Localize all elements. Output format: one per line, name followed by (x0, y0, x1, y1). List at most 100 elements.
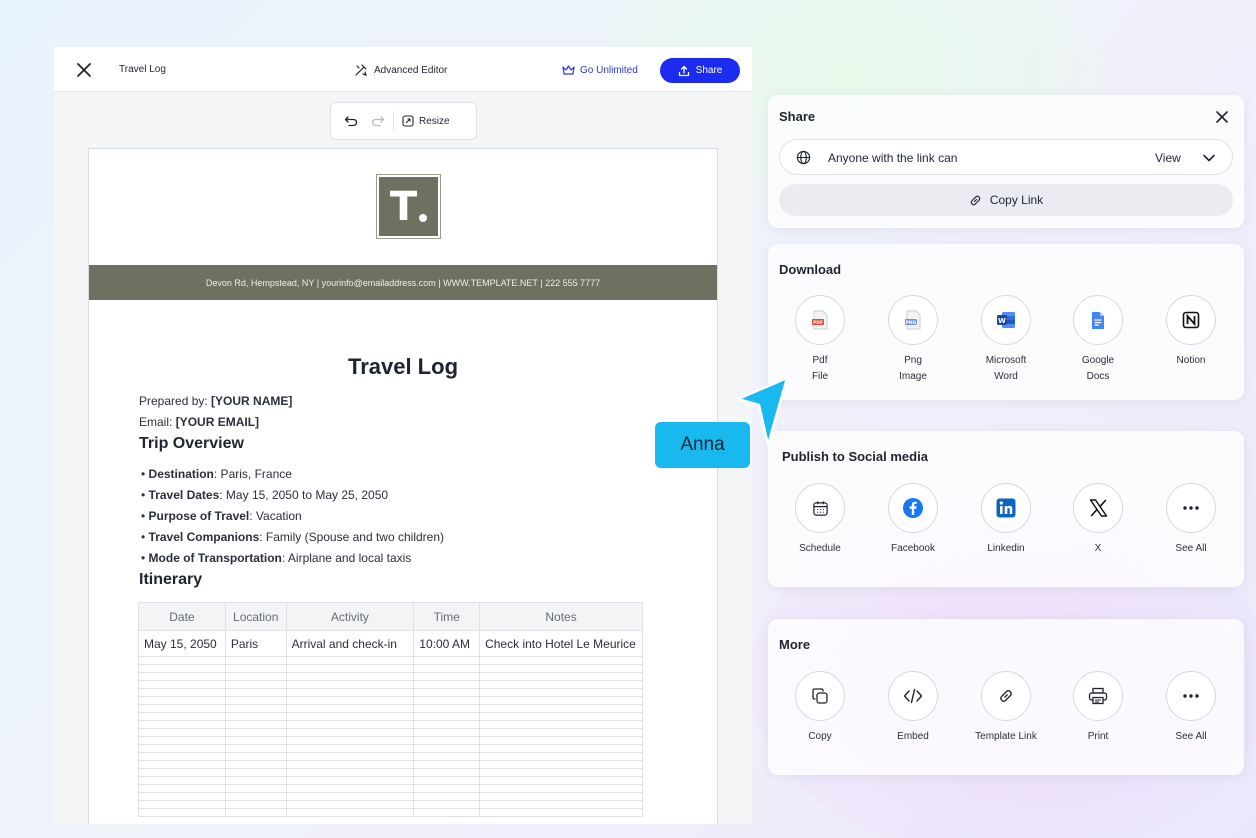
advanced-editor-button[interactable]: Advanced Editor (354, 61, 447, 79)
table-cell: Arrival and check-in (285, 630, 415, 657)
share-label: Share (695, 65, 723, 76)
see-all-social-option[interactable]: See All (1145, 483, 1237, 557)
download-notion-option[interactable]: Notion (1145, 295, 1237, 369)
table-row (138, 760, 643, 769)
table-row (138, 792, 643, 801)
table-cell (285, 768, 415, 777)
document-title: Travel Log (119, 64, 166, 75)
table-cell (479, 656, 643, 665)
table-cell (479, 720, 643, 729)
table-cell (479, 768, 643, 777)
resize-icon (402, 115, 414, 127)
table-cell (224, 768, 287, 777)
table-cell (138, 736, 226, 745)
close-icon[interactable] (1214, 109, 1230, 125)
redo-icon[interactable] (371, 115, 385, 127)
access-level: View (1155, 151, 1181, 165)
option-label: Schedule (799, 543, 841, 554)
more-icon (1166, 671, 1216, 721)
table-cell (285, 744, 415, 753)
link-icon (981, 671, 1031, 721)
table-cell (224, 696, 287, 705)
copy-link-button[interactable]: Copy Link (779, 184, 1233, 216)
download-panel: Download PDF Pdf File PNG Png Image W Micr… (768, 244, 1244, 400)
download-word-option[interactable]: W Microsoft Word (960, 295, 1052, 385)
table-cell (285, 752, 415, 761)
undo-icon[interactable] (344, 115, 358, 127)
linkedin-option[interactable]: Linkedin (960, 483, 1052, 557)
table-cell (285, 760, 415, 769)
option-label: Microsoft Word (985, 355, 1027, 382)
facebook-option[interactable]: Facebook (867, 483, 959, 557)
list-item: • Destination: Paris, France (141, 467, 292, 481)
close-icon[interactable] (74, 60, 94, 80)
table-cell (138, 768, 226, 777)
option-label: Google Docs (1081, 355, 1115, 382)
toolbar-divider (393, 111, 394, 131)
magic-edit-icon (355, 64, 367, 76)
table-cell (413, 656, 481, 665)
email-value: [YOUR EMAIL] (175, 415, 260, 429)
list-item: • Mode of Transportation: Airplane and l… (141, 551, 412, 565)
table-cell (138, 688, 226, 697)
table-cell (413, 792, 481, 801)
table-cell (413, 800, 481, 809)
table-cell (224, 672, 287, 681)
table-cell (224, 784, 287, 793)
table-row (138, 784, 643, 793)
table-cell (138, 776, 226, 785)
table-cell (224, 720, 287, 729)
print-option[interactable]: Print (1052, 671, 1144, 745)
table-cell: May 15, 2050 (138, 630, 226, 657)
table-cell (479, 792, 643, 801)
table-row (138, 656, 643, 665)
table-cell (479, 688, 643, 697)
x-icon (1073, 483, 1123, 533)
table-cell (285, 664, 415, 673)
table-cell (224, 808, 287, 817)
column-header: Activity (285, 602, 415, 631)
edit-toolbar: Resize (330, 102, 477, 140)
schedule-option[interactable]: Schedule (774, 483, 866, 557)
download-png-option[interactable]: PNG Png Image (867, 295, 959, 385)
list-item: • Travel Companions: Family (Spouse and … (141, 530, 444, 544)
option-label: Linkedin (987, 543, 1025, 554)
svg-text:PDF: PDF (813, 320, 823, 326)
table-row (138, 672, 643, 681)
resize-button[interactable]: Resize (402, 115, 450, 127)
download-google-docs-option[interactable]: Google Docs (1052, 295, 1144, 385)
go-unlimited-button[interactable]: Go Unlimited (562, 61, 638, 79)
download-pdf-option[interactable]: PDF Pdf File (774, 295, 866, 385)
table-cell (285, 736, 415, 745)
trip-overview-heading: Trip Overview (139, 435, 244, 452)
table-cell (413, 784, 481, 793)
option-label: See All (1175, 731, 1207, 742)
table-cell (479, 712, 643, 721)
template-link-option[interactable]: Template Link (960, 671, 1052, 745)
link-access-dropdown[interactable]: Anyone with the link can View (779, 139, 1233, 175)
table-cell (479, 808, 643, 817)
share-button[interactable]: Share (660, 58, 740, 83)
document-page[interactable]: T Devon Rd, Hempstead, NY | yourinfo@ema… (88, 148, 718, 824)
table-cell (413, 768, 481, 777)
table-cell: 10:00 AM (413, 630, 481, 657)
x-option[interactable]: X (1052, 483, 1144, 557)
table-cell (285, 696, 415, 705)
see-all-more-option[interactable]: See All (1145, 671, 1237, 745)
table-cell (479, 800, 643, 809)
table-cell (224, 736, 287, 745)
table-row (138, 752, 643, 761)
embed-option[interactable]: Embed (867, 671, 959, 745)
option-label: Print (1087, 731, 1109, 742)
copy-option[interactable]: Copy (774, 671, 866, 745)
table-cell (479, 680, 643, 689)
table-row (138, 728, 643, 737)
table-cell (413, 720, 481, 729)
table-cell (138, 752, 226, 761)
share-panel: Share Anyone with the link can View Copy… (768, 95, 1244, 228)
table-cell (138, 712, 226, 721)
document-heading: Travel Log (347, 354, 459, 379)
share-panel-title: Share (779, 109, 816, 124)
table-cell (413, 736, 481, 745)
table-cell (285, 800, 415, 809)
